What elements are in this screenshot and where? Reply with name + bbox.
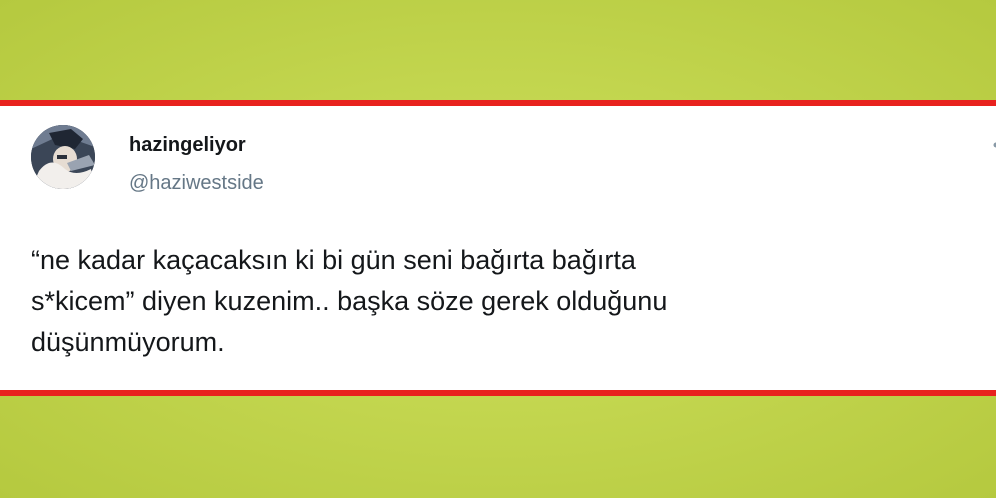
user-handle[interactable]: @haziwestside [129,172,264,195]
tweet-text: “ne kadar kaçacaksın ki bi gün seni bağı… [31,240,971,363]
tweet-line: “ne kadar kaçacaksın ki bi gün seni bağı… [31,245,636,275]
avatar-image [31,125,95,189]
display-name[interactable]: hazingeliyor [129,134,246,157]
tweet-line: s*kicem” diyen kuzenim.. başka söze gere… [31,286,668,316]
tweet-line: düşünmüyorum. [31,327,225,357]
tweet-card: hazingeliyor @haziwestside “ne kadar kaç… [0,106,996,390]
bottom-red-border [0,390,996,396]
avatar[interactable] [31,125,95,189]
chevron-down-icon[interactable] [988,138,996,152]
